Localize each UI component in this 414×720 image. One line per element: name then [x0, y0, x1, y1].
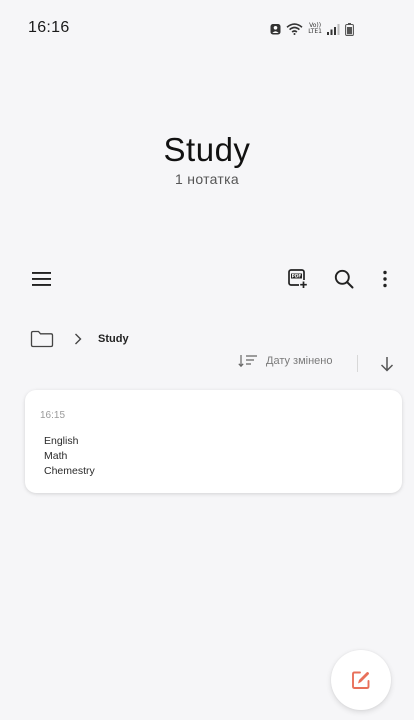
volte-icon: Vo)) LTE1	[308, 22, 322, 35]
breadcrumb: Study	[30, 328, 129, 350]
sort-bar: Дату змінено	[0, 352, 414, 374]
folder-title: Study	[163, 131, 251, 168]
note-count: 1 нотатка	[175, 171, 239, 187]
menu-icon	[32, 272, 51, 286]
note-preview-line: English	[44, 435, 79, 447]
note-preview-line: Math	[44, 450, 68, 462]
new-note-button[interactable]	[331, 650, 391, 710]
signal-icon	[327, 23, 340, 35]
arrow-down-icon	[380, 357, 394, 372]
search-button[interactable]	[329, 264, 359, 294]
sort-divider	[357, 355, 358, 372]
import-pdf-button[interactable]: PDF	[283, 264, 313, 294]
status-icons: Vo)) LTE1	[270, 22, 354, 36]
sort-label: Дату змінено	[266, 355, 333, 367]
status-bar: 16:16 Vo)) LTE1	[0, 0, 414, 48]
chevron-right-icon	[75, 333, 82, 345]
more-vert-icon	[383, 270, 387, 288]
sort-order-icon	[238, 355, 257, 368]
pdf-plus-icon: PDF	[288, 269, 308, 289]
folder-header: Study 1 нотатка	[0, 130, 414, 187]
menu-button[interactable]	[27, 264, 57, 294]
profile-lock-icon	[270, 24, 281, 35]
note-modified-time: 16:15	[40, 410, 66, 421]
sort-by-button[interactable]: Дату змінено	[238, 354, 332, 368]
wifi-icon	[286, 23, 303, 35]
folder-icon[interactable]	[30, 330, 54, 348]
note-preview: English Math Chemestry	[44, 434, 95, 479]
toolbar: PDF	[0, 262, 414, 296]
sort-direction-button[interactable]	[377, 354, 397, 374]
battery-icon	[345, 22, 354, 36]
svg-text:PDF: PDF	[292, 274, 302, 280]
status-time: 16:16	[28, 19, 70, 36]
breadcrumb-current: Study	[98, 333, 129, 345]
note-preview-line: Chemestry	[44, 465, 95, 477]
more-options-button[interactable]	[370, 264, 400, 294]
new-note-pencil-icon	[352, 671, 370, 689]
note-card[interactable]: 16:15 English Math Chemestry	[25, 390, 402, 493]
search-icon	[334, 269, 354, 289]
